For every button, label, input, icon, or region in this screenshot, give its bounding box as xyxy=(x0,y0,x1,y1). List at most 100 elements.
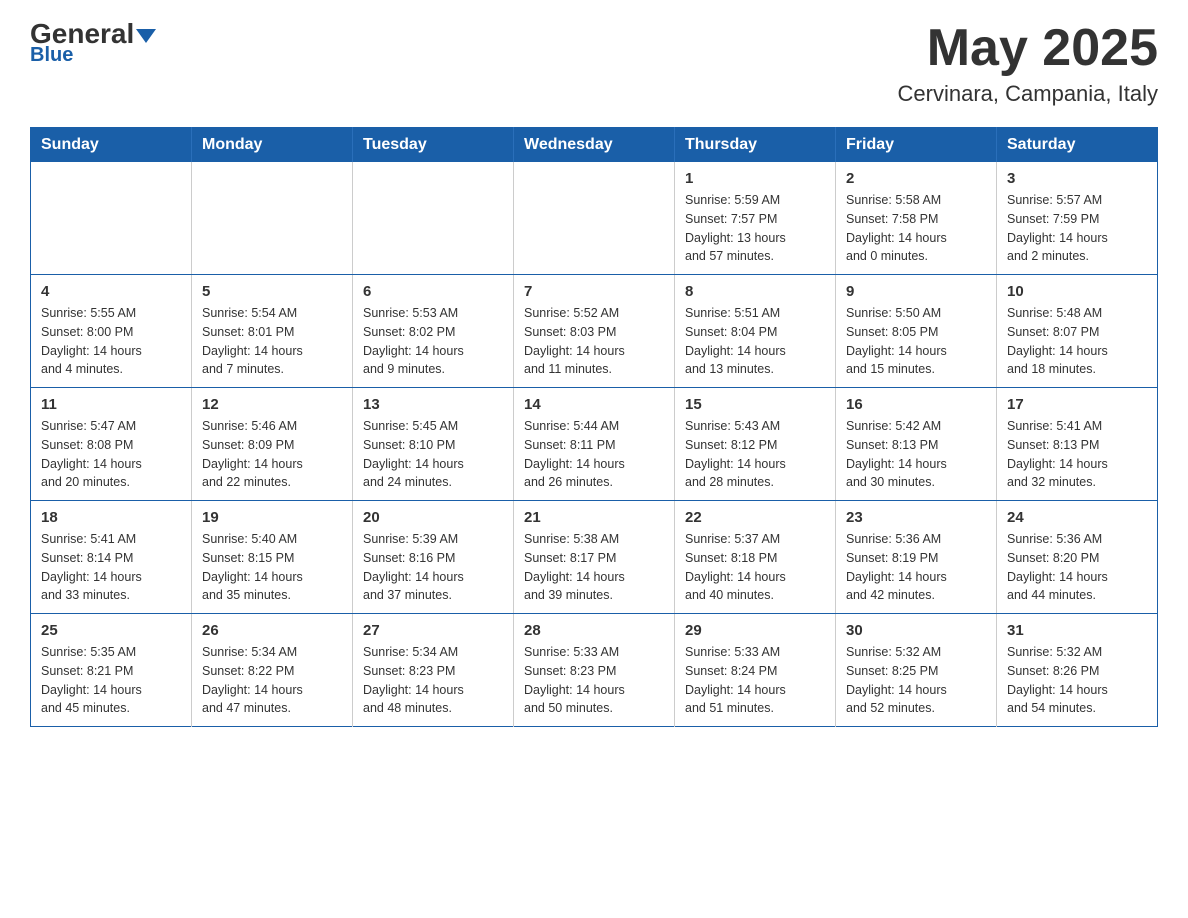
day-info: Sunrise: 5:32 AM Sunset: 8:26 PM Dayligh… xyxy=(1007,643,1147,718)
calendar-cell xyxy=(192,162,353,275)
day-number: 26 xyxy=(202,622,342,639)
day-number: 5 xyxy=(202,283,342,300)
weekday-header-sunday: Sunday xyxy=(31,128,192,163)
logo: General Blue xyxy=(30,20,156,67)
day-info: Sunrise: 5:36 AM Sunset: 8:20 PM Dayligh… xyxy=(1007,530,1147,605)
day-info: Sunrise: 5:44 AM Sunset: 8:11 PM Dayligh… xyxy=(524,417,664,492)
day-info: Sunrise: 5:41 AM Sunset: 8:14 PM Dayligh… xyxy=(41,530,181,605)
weekday-header-thursday: Thursday xyxy=(675,128,836,163)
day-number: 4 xyxy=(41,283,181,300)
day-number: 1 xyxy=(685,170,825,187)
day-number: 27 xyxy=(363,622,503,639)
day-info: Sunrise: 5:52 AM Sunset: 8:03 PM Dayligh… xyxy=(524,304,664,379)
calendar-cell: 28Sunrise: 5:33 AM Sunset: 8:23 PM Dayli… xyxy=(514,614,675,727)
day-number: 20 xyxy=(363,509,503,526)
title-area: May 2025 Cervinara, Campania, Italy xyxy=(898,20,1158,107)
day-info: Sunrise: 5:33 AM Sunset: 8:24 PM Dayligh… xyxy=(685,643,825,718)
calendar-week-row: 18 Sunrise: 5:41 AM Sunset: 8:14 PM Dayli… xyxy=(31,501,1158,614)
weekday-header-wednesday: Wednesday xyxy=(514,128,675,163)
day-info: Sunrise: 5:57 AM Sunset: 7:59 PM Dayligh… xyxy=(1007,191,1147,266)
weekday-header-saturday: Saturday xyxy=(997,128,1158,163)
day-info: Sunrise: 5:40 AM Sunset: 8:15 PM Dayligh… xyxy=(202,530,342,605)
day-number: 18 xyxy=(41,509,181,526)
weekday-header-friday: Friday xyxy=(836,128,997,163)
day-number: 13 xyxy=(363,396,503,413)
day-number: 3 xyxy=(1007,170,1147,187)
calendar-cell: 12Sunrise: 5:46 AM Sunset: 8:09 PM Dayli… xyxy=(192,388,353,501)
logo-arrow-icon xyxy=(136,29,156,43)
day-info: Sunrise: 5:53 AM Sunset: 8:02 PM Dayligh… xyxy=(363,304,503,379)
day-info: Sunrise: 5:50 AM Sunset: 8:05 PM Dayligh… xyxy=(846,304,986,379)
day-number: 25 xyxy=(41,622,181,639)
calendar-cell: 3 Sunrise: 5:57 AM Sunset: 7:59 PM Daylig… xyxy=(997,162,1158,275)
calendar-cell: 19 Sunrise: 5:40 AM Sunset: 8:15 PM Dayli… xyxy=(192,501,353,614)
day-info: Sunrise: 5:47 AM Sunset: 8:08 PM Dayligh… xyxy=(41,417,181,492)
day-info: Sunrise: 5:59 AM Sunset: 7:57 PM Dayligh… xyxy=(685,191,825,266)
calendar-cell: 2Sunrise: 5:58 AM Sunset: 7:58 PM Daylig… xyxy=(836,162,997,275)
calendar-week-row: 25 Sunrise: 5:35 AM Sunset: 8:21 PM Dayli… xyxy=(31,614,1158,727)
day-info: Sunrise: 5:36 AM Sunset: 8:19 PM Dayligh… xyxy=(846,530,986,605)
calendar-cell: 18 Sunrise: 5:41 AM Sunset: 8:14 PM Dayli… xyxy=(31,501,192,614)
page-header: General Blue May 2025 Cervinara, Campani… xyxy=(30,20,1158,107)
day-number: 16 xyxy=(846,396,986,413)
calendar-cell: 15 Sunrise: 5:43 AM Sunset: 8:12 PM Dayli… xyxy=(675,388,836,501)
day-number: 28 xyxy=(524,622,664,639)
day-info: Sunrise: 5:45 AM Sunset: 8:10 PM Dayligh… xyxy=(363,417,503,492)
day-number: 11 xyxy=(41,396,181,413)
calendar-cell: 6Sunrise: 5:53 AM Sunset: 8:02 PM Daylig… xyxy=(353,275,514,388)
day-number: 14 xyxy=(524,396,664,413)
calendar-header-row: SundayMondayTuesdayWednesdayThursdayFrid… xyxy=(31,128,1158,163)
month-title: May 2025 xyxy=(898,20,1158,77)
day-number: 23 xyxy=(846,509,986,526)
calendar-cell: 10 Sunrise: 5:48 AM Sunset: 8:07 PM Dayli… xyxy=(997,275,1158,388)
calendar-cell: 31 Sunrise: 5:32 AM Sunset: 8:26 PM Dayli… xyxy=(997,614,1158,727)
calendar-cell: 16 Sunrise: 5:42 AM Sunset: 8:13 PM Dayli… xyxy=(836,388,997,501)
day-number: 30 xyxy=(846,622,986,639)
calendar-cell: 24Sunrise: 5:36 AM Sunset: 8:20 PM Dayli… xyxy=(997,501,1158,614)
day-info: Sunrise: 5:34 AM Sunset: 8:23 PM Dayligh… xyxy=(363,643,503,718)
calendar-cell: 21Sunrise: 5:38 AM Sunset: 8:17 PM Dayli… xyxy=(514,501,675,614)
calendar-cell: 5 Sunrise: 5:54 AM Sunset: 8:01 PM Daylig… xyxy=(192,275,353,388)
calendar-cell: 30 Sunrise: 5:32 AM Sunset: 8:25 PM Dayli… xyxy=(836,614,997,727)
day-info: Sunrise: 5:34 AM Sunset: 8:22 PM Dayligh… xyxy=(202,643,342,718)
day-info: Sunrise: 5:48 AM Sunset: 8:07 PM Dayligh… xyxy=(1007,304,1147,379)
day-info: Sunrise: 5:32 AM Sunset: 8:25 PM Dayligh… xyxy=(846,643,986,718)
calendar-cell: 20 Sunrise: 5:39 AM Sunset: 8:16 PM Dayli… xyxy=(353,501,514,614)
day-number: 21 xyxy=(524,509,664,526)
day-number: 22 xyxy=(685,509,825,526)
day-number: 17 xyxy=(1007,396,1147,413)
day-info: Sunrise: 5:37 AM Sunset: 8:18 PM Dayligh… xyxy=(685,530,825,605)
calendar-week-row: 1 Sunrise: 5:59 AM Sunset: 7:57 PM Daylig… xyxy=(31,162,1158,275)
day-number: 19 xyxy=(202,509,342,526)
calendar-cell: 9Sunrise: 5:50 AM Sunset: 8:05 PM Daylig… xyxy=(836,275,997,388)
day-number: 2 xyxy=(846,170,986,187)
day-number: 15 xyxy=(685,396,825,413)
calendar-cell: 11 Sunrise: 5:47 AM Sunset: 8:08 PM Dayli… xyxy=(31,388,192,501)
calendar-cell: 27 Sunrise: 5:34 AM Sunset: 8:23 PM Dayli… xyxy=(353,614,514,727)
day-info: Sunrise: 5:43 AM Sunset: 8:12 PM Dayligh… xyxy=(685,417,825,492)
calendar-cell: 17 Sunrise: 5:41 AM Sunset: 8:13 PM Dayli… xyxy=(997,388,1158,501)
day-number: 12 xyxy=(202,396,342,413)
calendar-cell: 1 Sunrise: 5:59 AM Sunset: 7:57 PM Daylig… xyxy=(675,162,836,275)
day-info: Sunrise: 5:41 AM Sunset: 8:13 PM Dayligh… xyxy=(1007,417,1147,492)
calendar-cell: 26 Sunrise: 5:34 AM Sunset: 8:22 PM Dayli… xyxy=(192,614,353,727)
day-info: Sunrise: 5:39 AM Sunset: 8:16 PM Dayligh… xyxy=(363,530,503,605)
day-info: Sunrise: 5:51 AM Sunset: 8:04 PM Dayligh… xyxy=(685,304,825,379)
calendar-cell: 23 Sunrise: 5:36 AM Sunset: 8:19 PM Dayli… xyxy=(836,501,997,614)
calendar-cell: 8 Sunrise: 5:51 AM Sunset: 8:04 PM Daylig… xyxy=(675,275,836,388)
calendar-cell xyxy=(514,162,675,275)
day-number: 10 xyxy=(1007,283,1147,300)
day-number: 8 xyxy=(685,283,825,300)
day-info: Sunrise: 5:42 AM Sunset: 8:13 PM Dayligh… xyxy=(846,417,986,492)
day-number: 29 xyxy=(685,622,825,639)
calendar-cell: 22 Sunrise: 5:37 AM Sunset: 8:18 PM Dayli… xyxy=(675,501,836,614)
calendar-week-row: 4 Sunrise: 5:55 AM Sunset: 8:00 PM Daylig… xyxy=(31,275,1158,388)
day-info: Sunrise: 5:35 AM Sunset: 8:21 PM Dayligh… xyxy=(41,643,181,718)
day-info: Sunrise: 5:54 AM Sunset: 8:01 PM Dayligh… xyxy=(202,304,342,379)
day-info: Sunrise: 5:55 AM Sunset: 8:00 PM Dayligh… xyxy=(41,304,181,379)
weekday-header-tuesday: Tuesday xyxy=(353,128,514,163)
calendar-cell: 25 Sunrise: 5:35 AM Sunset: 8:21 PM Dayli… xyxy=(31,614,192,727)
day-number: 7 xyxy=(524,283,664,300)
day-number: 31 xyxy=(1007,622,1147,639)
logo-blue-text: Blue xyxy=(30,44,73,67)
